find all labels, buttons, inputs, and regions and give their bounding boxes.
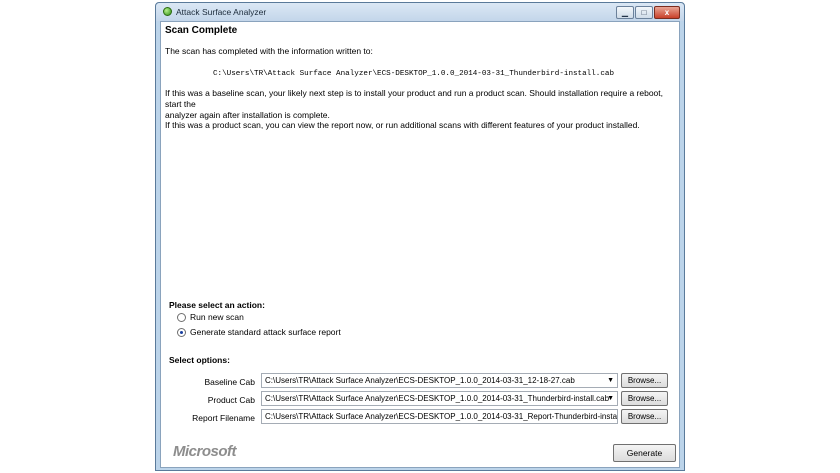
product-note: If this was a product scan, you can view… xyxy=(165,120,640,130)
generate-button[interactable]: Generate xyxy=(613,444,676,462)
intro-text: The scan has completed with the informat… xyxy=(165,46,373,56)
dropdown-arrow-icon[interactable]: ▼ xyxy=(607,377,614,384)
product-browse-button[interactable]: Browse... xyxy=(621,391,668,406)
baseline-browse-button[interactable]: Browse... xyxy=(621,373,668,388)
baseline-cab-label: Baseline Cab xyxy=(204,377,255,387)
title-bar[interactable]: Attack Surface Analyzer ▁ □ x xyxy=(156,3,684,21)
report-filename-label: Report Filename xyxy=(192,413,255,423)
app-icon xyxy=(163,7,172,16)
window-title: Attack Surface Analyzer xyxy=(176,7,267,17)
microsoft-logo: Microsoft xyxy=(173,443,237,460)
close-button[interactable]: x xyxy=(654,6,680,19)
product-cab-select[interactable]: C:\Users\TR\Attack Surface Analyzer\ECS-… xyxy=(261,391,618,406)
minimize-button[interactable]: ▁ xyxy=(616,6,634,19)
baseline-note-line-1: If this was a baseline scan, your likely… xyxy=(165,88,663,109)
app-window: Attack Surface Analyzer ▁ □ x Scan Compl… xyxy=(155,2,685,471)
maximize-button[interactable]: □ xyxy=(635,6,653,19)
radio-label: Generate standard attack surface report xyxy=(190,327,341,337)
radio-button[interactable] xyxy=(177,312,186,322)
report-browse-button[interactable]: Browse... xyxy=(621,409,668,424)
radio-generate-report[interactable]: Generate standard attack surface report xyxy=(177,327,341,337)
baseline-note: If this was a baseline scan, your likely… xyxy=(165,88,665,121)
page-title: Scan Complete xyxy=(165,25,238,36)
radio-run-new-scan[interactable]: Run new scan xyxy=(177,312,244,322)
baseline-cab-select[interactable]: C:\Users\TR\Attack Surface Analyzer\ECS-… xyxy=(261,373,618,388)
report-filename-input[interactable]: C:\Users\TR\Attack Surface Analyzer\ECS-… xyxy=(261,409,618,424)
report-filename-value: C:\Users\TR\Attack Surface Analyzer\ECS-… xyxy=(265,412,618,421)
product-cab-label: Product Cab xyxy=(207,395,255,405)
dropdown-arrow-icon[interactable]: ▼ xyxy=(607,395,614,402)
radio-label: Run new scan xyxy=(190,312,244,322)
product-cab-value: C:\Users\TR\Attack Surface Analyzer\ECS-… xyxy=(265,394,610,403)
options-section-label: Select options: xyxy=(169,355,230,365)
output-path: C:\Users\TR\Attack Surface Analyzer\ECS-… xyxy=(213,70,615,78)
main-panel: Scan Complete The scan has completed wit… xyxy=(160,21,680,468)
action-section-label: Please select an action: xyxy=(169,300,265,310)
radio-button-selected[interactable] xyxy=(177,327,186,337)
baseline-cab-value: C:\Users\TR\Attack Surface Analyzer\ECS-… xyxy=(265,376,575,385)
